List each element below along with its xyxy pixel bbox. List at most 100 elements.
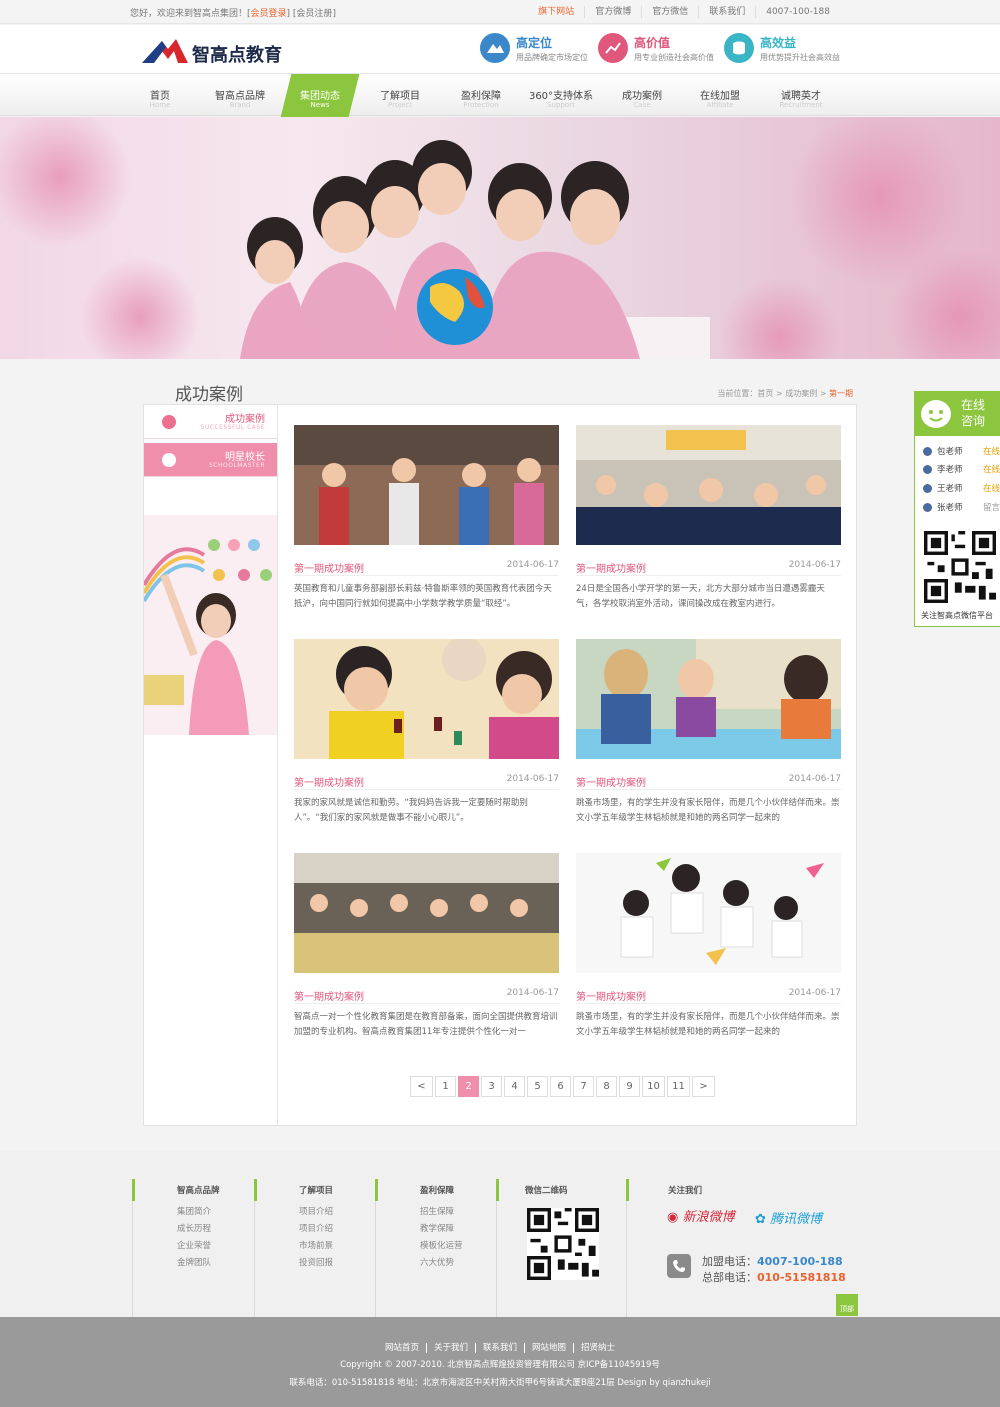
phone-label: 加盟电话： [702, 1255, 757, 1268]
bottom-link-about[interactable]: 关于我们 [425, 1343, 475, 1353]
footer-link[interactable]: 企业荣誉 [177, 1239, 211, 1251]
login-link[interactable]: 会员登录 [251, 9, 287, 19]
footer-link[interactable]: 招生保障 [420, 1205, 454, 1217]
case-photo[interactable] [576, 639, 841, 759]
nav-project[interactable]: 了解项目 Project [370, 74, 430, 116]
teacher-row[interactable]: 张老师 留言 [923, 501, 1000, 513]
footer-link[interactable]: 投资回报 [299, 1256, 333, 1268]
case-title[interactable]: 第一期成功案例 [294, 988, 364, 1003]
nav-sublabel: Recruitment [779, 101, 823, 109]
nav-label: 诚聘英才 [781, 91, 821, 102]
sidebar-item-success-case[interactable]: 成功案例 SUCCESSFUL CASE [144, 405, 277, 439]
nav-brand[interactable]: 智高点品牌 Brand [208, 74, 272, 116]
top-link-contact[interactable]: 联系我们 [698, 6, 755, 18]
teacher-status: 在线 [983, 484, 1000, 494]
feature-title: 高效益 [760, 36, 797, 50]
footer-heading: 关注我们 [668, 1186, 703, 1196]
contact-address: 联系电话：010-51581818 地址：北京市海淀区中关村南大街甲6号铸诚大厦… [289, 1378, 711, 1388]
teacher-row[interactable]: 李老师 在线 [923, 463, 1000, 475]
teacher-row[interactable]: 王老师 在线 [923, 482, 1000, 494]
sidebar-item-schoolmaster[interactable]: 明星校长 SCHOOLMASTER [144, 443, 277, 477]
nav-support[interactable]: 360°支持体系 Support [525, 74, 597, 116]
footer-link[interactable]: 金牌团队 [177, 1256, 211, 1268]
case-photo[interactable] [576, 425, 841, 545]
nav-news[interactable]: 集团动态 News [280, 74, 360, 117]
page-button[interactable]: 3 [481, 1076, 502, 1097]
consult-title-1: 在线 [961, 398, 986, 412]
logo-text: 智高点教育 [192, 45, 282, 66]
case-title[interactable]: 第一期成功案例 [294, 774, 364, 789]
footer-heading: 了解项目 [299, 1186, 334, 1196]
case-title[interactable]: 第一期成功案例 [294, 560, 364, 575]
footer-link[interactable]: 教学保障 [420, 1222, 454, 1234]
teacher-name: 张老师 [937, 503, 963, 513]
footer-link[interactable]: 项目介绍 [299, 1205, 333, 1217]
page-button[interactable]: 8 [596, 1076, 617, 1097]
footer-link[interactable]: 市场前景 [299, 1239, 333, 1251]
tencent-weibo-link[interactable]: ✿ 腾讯微博 [755, 1208, 822, 1227]
logo[interactable]: 智高点教育 [142, 35, 302, 67]
bottom-link-jobs[interactable]: 招贤纳士 [573, 1343, 623, 1353]
next-page-button[interactable]: > [692, 1076, 715, 1097]
case-card[interactable]: 第一期成功案例 2014-06-17 我家的家风就是诚信和勤劳。“我妈妈告诉我一… [294, 639, 559, 844]
footer-heading: 智高点品牌 [177, 1186, 220, 1196]
top-link-wechat[interactable]: 官方微信 [641, 6, 698, 18]
case-photo[interactable] [294, 425, 559, 545]
bottom-link-sitemap[interactable]: 网站地图 [524, 1343, 574, 1353]
case-title[interactable]: 第一期成功案例 [576, 774, 646, 789]
register-link[interactable]: 会员注册 [296, 9, 332, 19]
page-button[interactable]: 7 [573, 1076, 594, 1097]
case-card[interactable]: 第一期成功案例 2014-06-17 英国教育和儿童事务部副部长莉兹·特鲁斯率领… [294, 425, 559, 630]
case-card[interactable]: 第一期成功案例 2014-06-17 跳蚤市场里，有的学生并没有家长陪伴，而是几… [576, 853, 841, 1058]
page-button[interactable]: 6 [550, 1076, 571, 1097]
nav-sublabel: Protection [463, 101, 499, 109]
case-title[interactable]: 第一期成功案例 [576, 988, 646, 1003]
case-photo[interactable] [576, 853, 841, 973]
nav-protection[interactable]: 盈利保障 Protection [451, 74, 511, 116]
nav-label: 成功案例 [622, 91, 662, 102]
footer-link[interactable]: 六大优势 [420, 1256, 454, 1268]
smiley-icon [921, 400, 951, 428]
welcome-suffix: ] [332, 9, 336, 19]
case-photo[interactable] [294, 853, 559, 973]
bottom-link-contact[interactable]: 联系我们 [474, 1343, 524, 1353]
qr-code-icon [924, 531, 996, 603]
page-button[interactable]: 9 [619, 1076, 640, 1097]
page-button[interactable]: 4 [504, 1076, 525, 1097]
case-date: 2014-06-17 [788, 774, 841, 784]
sina-weibo-link[interactable]: ◉ 新浪微博 [667, 1206, 735, 1225]
footer-heading: 微信二维码 [525, 1186, 568, 1196]
breadcrumb-path[interactable]: 当前位置：首页 > 成功案例 > [717, 389, 829, 398]
footer-link[interactable]: 集团简介 [177, 1205, 211, 1217]
online-consult-panel: 在线 咨询 包老师 在线 李老师 在线 王老师 在线 张老师 留言 关注智高点微信平台 [914, 391, 1000, 627]
case-card[interactable]: 第一期成功案例 2014-06-17 24日是全国各小学开学的第一天，北方大部分… [576, 425, 841, 630]
accent-bar [496, 1179, 499, 1201]
footer-link[interactable]: 成长历程 [177, 1222, 211, 1234]
bottom-link-home[interactable]: 网站首页 [378, 1343, 426, 1353]
top-link-weibo[interactable]: 官方微博 [584, 6, 641, 18]
footer-col-wechat: 微信二维码 [496, 1179, 626, 1317]
case-photo[interactable] [294, 639, 559, 759]
top-link-sites[interactable]: 旗下网站 [528, 6, 584, 18]
nav-home[interactable]: 首页 Home [138, 74, 182, 116]
page-button[interactable]: 5 [527, 1076, 548, 1097]
copyright-bar: 网站首页 关于我们 联系我们 网站地图 招贤纳士 Copyright © 2007-20… [0, 1317, 1000, 1407]
case-title[interactable]: 第一期成功案例 [576, 560, 646, 575]
page-button[interactable]: 10 [642, 1076, 665, 1097]
footer-link[interactable]: 项目介绍 [299, 1222, 333, 1234]
page-button[interactable]: 11 [667, 1076, 690, 1097]
page-button[interactable]: 1 [435, 1076, 456, 1097]
consult-header[interactable]: 在线 咨询 [915, 392, 1000, 436]
banner-illustration [0, 117, 1000, 359]
nav-case[interactable]: 成功案例 Case [612, 74, 672, 116]
teacher-row[interactable]: 包老师 在线 [923, 445, 1000, 457]
footer-link[interactable]: 模板化运营 [420, 1239, 463, 1251]
prev-page-button[interactable]: < [410, 1076, 433, 1097]
back-to-top-button[interactable]: 顶部 [836, 1294, 858, 1316]
nav-recruitment[interactable]: 诚聘英才 Recruitment [770, 74, 832, 116]
page-button-current[interactable]: 2 [458, 1076, 479, 1097]
case-card[interactable]: 第一期成功案例 2014-06-17 智高点一对一个性化教育集团是在教育部备案，… [294, 853, 559, 1058]
nav-affiliate[interactable]: 在线加盟 Affiliate [690, 74, 750, 116]
sidebar: 成功案例 SUCCESSFUL CASE 明星校长 SCHOOLMASTER [144, 405, 278, 1125]
case-card[interactable]: 第一期成功案例 2014-06-17 跳蚤市场里，有的学生并没有家长陪伴，而是几… [576, 639, 841, 844]
